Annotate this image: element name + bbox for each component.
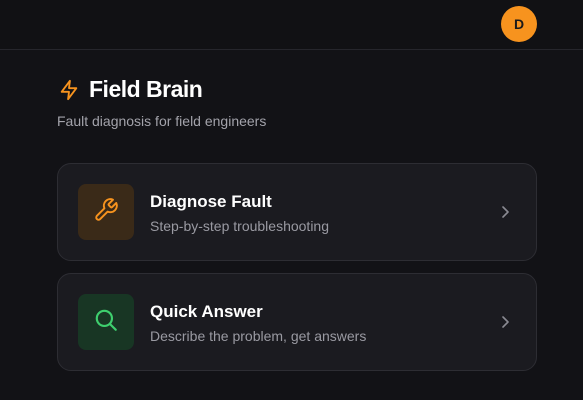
diagnose-fault-description: Step-by-step troubleshooting	[150, 218, 329, 234]
diagnose-fault-card[interactable]: Diagnose Fault Step-by-step troubleshoot…	[57, 163, 537, 261]
page-subtitle: Fault diagnosis for field engineers	[57, 113, 267, 129]
page-header: Field Brain	[57, 76, 203, 103]
avatar[interactable]: D	[501, 6, 537, 42]
quick-answer-description: Describe the problem, get answers	[150, 328, 367, 344]
quick-answer-title: Quick Answer	[150, 302, 263, 321]
diagnose-icon-tile	[78, 184, 134, 240]
diagnose-fault-title: Diagnose Fault	[150, 192, 272, 211]
quick-answer-icon-tile	[78, 294, 134, 350]
wrench-icon	[93, 197, 119, 228]
search-icon	[93, 307, 119, 338]
page-title: Field Brain	[89, 76, 203, 102]
lightning-bolt-icon	[57, 78, 81, 102]
chevron-right-icon	[498, 204, 512, 220]
quick-answer-card[interactable]: Quick Answer Describe the problem, get a…	[57, 273, 537, 371]
top-bar: D	[0, 0, 583, 50]
avatar-initial: D	[513, 16, 525, 32]
chevron-right-icon	[498, 314, 512, 330]
